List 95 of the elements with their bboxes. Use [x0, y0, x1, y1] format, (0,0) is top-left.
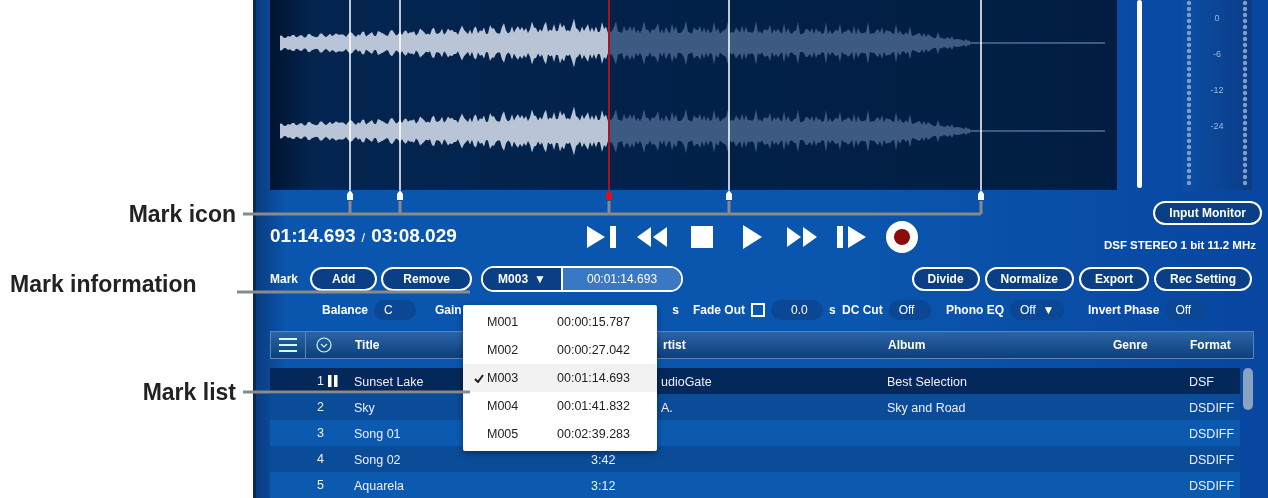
mark-name: M003 — [487, 371, 520, 385]
table-cell-text: udioGate — [660, 375, 712, 389]
setting-dropdown[interactable]: Off ▼ — [1010, 299, 1065, 320]
setting-label: Phono EQ — [946, 302, 1004, 317]
setting-value[interactable]: Off — [888, 299, 931, 320]
scrollbar-thumb[interactable] — [1243, 368, 1253, 410]
unit-label: s — [672, 302, 679, 317]
table-cell-text: 3:12 — [590, 479, 616, 493]
setting-label: DC Cut — [842, 302, 883, 317]
track-row[interactable]: 4 Song 02 3:42 DSDIFF — [270, 446, 1240, 472]
mark-time: 00:02:39.283 — [557, 427, 631, 441]
stop-icon — [690, 225, 714, 249]
mark-time: 00:01:14.693 — [557, 371, 631, 385]
record-icon — [885, 220, 919, 254]
mark-name: M001 — [487, 315, 520, 329]
column-header[interactable]: Genre — [1099, 338, 1176, 352]
edit-button[interactable]: Divide — [911, 266, 980, 291]
mark-time: 00:00:27.042 — [557, 343, 631, 357]
mark-list-item[interactable]: M004 00:01:41.832 — [463, 392, 657, 420]
mark-name: M004 — [487, 399, 520, 413]
table-cell-text: DSDIFF — [1188, 427, 1235, 441]
chevron-circle-icon — [315, 337, 332, 353]
table-cell-text: 3:42 — [590, 453, 616, 467]
table-cell-text: Song 02 — [353, 453, 401, 467]
setting-label: Invert Phase — [1088, 302, 1160, 317]
table-cell-text: DSDIFF — [1188, 401, 1235, 415]
mark-icon[interactable] — [978, 190, 984, 200]
current-time: 01:14.693 — [270, 225, 356, 247]
table-cell-text: A. — [660, 401, 673, 415]
track-number: 2 — [317, 400, 324, 414]
level-meter-icon — [1186, 0, 1192, 186]
table-cell-text: DSDIFF — [1188, 453, 1235, 467]
track-number: 5 — [317, 478, 324, 492]
table-cell-text: DSDIFF — [1188, 479, 1235, 493]
callout-label: Mark icon — [128, 200, 236, 228]
mark-list-item[interactable]: M002 00:00:27.042 — [463, 336, 657, 364]
mark-select[interactable]: M003 ▼ — [483, 267, 564, 290]
record-button[interactable] — [884, 220, 920, 254]
track-number: 1 — [317, 374, 324, 388]
check-icon — [474, 373, 484, 383]
meter-scale-label: 0 — [1214, 12, 1220, 24]
mark-label: Mark — [270, 271, 298, 286]
column-header[interactable]: Format — [1176, 338, 1253, 352]
setting-value[interactable]: C — [374, 299, 417, 320]
table-cell-text: DSF — [1188, 375, 1214, 389]
mark-list-item[interactable]: M005 00:02:39.283 — [463, 420, 657, 448]
mark-icon[interactable] — [726, 190, 732, 200]
mark-time: 00:01:14.693 — [563, 267, 682, 290]
input-monitor-button[interactable]: Input Monitor — [1153, 201, 1262, 225]
edit-button[interactable]: Export — [1078, 266, 1149, 291]
mark-time: 00:01:41.832 — [557, 399, 631, 413]
mark-list-item[interactable]: M003 00:01:14.693 — [463, 364, 657, 392]
total-time: 03:08.029 — [371, 225, 457, 247]
track-number: 4 — [317, 452, 324, 466]
menu-icon — [279, 337, 297, 353]
unit-label: s — [829, 302, 836, 317]
rewind-icon — [635, 225, 669, 249]
play-from-mark-icon — [836, 224, 868, 250]
fade-out-checkbox[interactable] — [751, 302, 765, 317]
setting-value[interactable]: 0.0 — [771, 299, 823, 320]
edit-button[interactable]: Normalize — [984, 266, 1074, 291]
table-cell-text: Sky and Road — [886, 401, 966, 415]
play-icon — [741, 224, 763, 250]
track-number: 3 — [317, 426, 324, 440]
mark-button[interactable]: Add — [310, 266, 378, 291]
table-cell-text: Song 01 — [353, 427, 401, 441]
table-cell-text: Sky — [353, 401, 375, 415]
table-cell-text: Aquarela — [353, 479, 405, 493]
mark-name: M005 — [487, 427, 520, 441]
fast-forward-icon — [785, 225, 819, 249]
setting-label: Balance — [322, 302, 369, 317]
setting-label: Fade Out — [693, 302, 745, 317]
level-meter-icon — [1242, 0, 1248, 186]
setting-value[interactable]: Off — [1165, 299, 1208, 320]
format-info: DSF STEREO 1 bit 11.2 MHz — [1103, 239, 1256, 251]
mark-list-item[interactable]: M001 00:00:15.787 — [463, 308, 657, 336]
callout-label: Mark list — [142, 378, 236, 406]
table-cell-text: Best Selection — [886, 375, 967, 389]
meter-scale-label: -12 — [1210, 84, 1224, 96]
table-cell-text: Sunset Lake — [353, 375, 424, 389]
mark-time: 00:00:15.787 — [557, 315, 631, 329]
time-separator: / — [361, 230, 366, 245]
callout-label: Mark information — [10, 270, 197, 298]
meter-scale-label: -6 — [1213, 48, 1221, 60]
mark-icon[interactable] — [347, 190, 353, 200]
meter-scale-label: -24 — [1210, 120, 1224, 132]
mark-information-dropdown[interactable]: M003 ▼ 00:01:14.693 — [481, 265, 684, 292]
mark-button[interactable]: Remove — [381, 266, 473, 291]
mark-name: M002 — [487, 343, 520, 357]
setting-label: Gain — [435, 302, 462, 317]
edit-button[interactable]: Rec Setting — [1154, 266, 1252, 291]
column-header[interactable]: Album — [874, 338, 1099, 352]
mark-icon[interactable] — [397, 190, 403, 200]
play-to-mark-icon — [585, 224, 619, 250]
track-row[interactable]: 5 Aquarela 3:12 DSDIFF — [270, 472, 1240, 498]
